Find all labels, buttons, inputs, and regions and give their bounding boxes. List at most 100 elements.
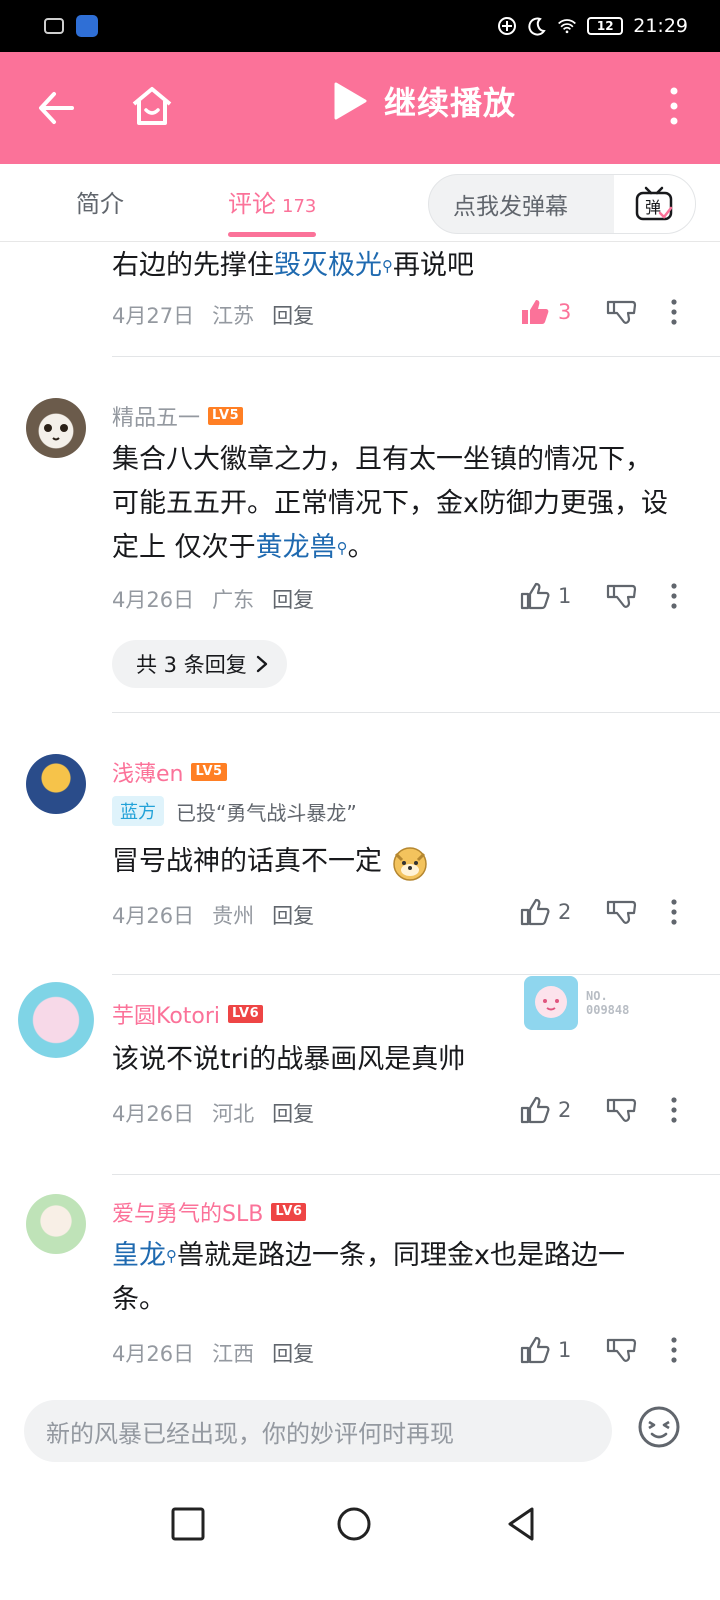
play-icon: [334, 82, 367, 120]
home-icon[interactable]: [128, 82, 176, 130]
comment-date: 4月26日: [112, 1342, 195, 1366]
danmaku-input[interactable]: 点我发弹幕 弹: [428, 174, 696, 234]
like-button[interactable]: 1: [520, 582, 604, 610]
comment-count: 173: [282, 196, 317, 217]
level-badge: LV6: [271, 1203, 307, 1221]
comment-text-part: 兽就是路边一条，同理金x也是路边一条。: [112, 1240, 625, 1315]
comment-text-part: 集合八大徽章之力，且有太一坐镇的情况下，可能五五开。正常情况下，金x防御力更强，…: [112, 444, 668, 563]
comment-text-part: 右边的先撑住: [112, 250, 274, 281]
search-icon: ⚲: [166, 1247, 177, 1265]
username[interactable]: 爱与勇气的SLB LV6: [112, 1196, 307, 1228]
comment-text: 冒号战神的话真不一定: [112, 840, 672, 884]
back-arrow-icon[interactable]: [36, 88, 76, 128]
comment-meta: 4月26日 江西 回复: [112, 1338, 314, 1368]
tab-intro[interactable]: 简介: [76, 184, 124, 219]
recent-apps-icon[interactable]: [168, 1504, 208, 1544]
comment-actions: 3: [520, 298, 684, 326]
comment-meta: 4月27日 江苏 回复: [112, 300, 314, 330]
app-notification-icon: [76, 15, 98, 37]
fan-card-badge[interactable]: NO. 009848: [520, 968, 670, 1038]
comment-text-part: 再说吧: [393, 250, 474, 281]
search-link[interactable]: 黄龙兽⚲: [256, 532, 348, 563]
continue-play-button[interactable]: 继续播放: [332, 78, 516, 124]
comment-date: 4月26日: [112, 588, 195, 612]
avatar[interactable]: [26, 398, 86, 458]
comment-location: 江西: [212, 1342, 255, 1366]
comment-input[interactable]: 新的风暴已经出现，你的妙评何时再现: [24, 1400, 612, 1462]
like-count: 2: [558, 900, 572, 924]
search-link[interactable]: 毁灭极光⚲: [274, 250, 393, 281]
thumbs-down-icon[interactable]: [604, 1096, 664, 1124]
fan-card-image: [524, 976, 578, 1030]
tab-comments-label: 评论: [228, 190, 276, 218]
like-button[interactable]: 2: [520, 1096, 604, 1124]
continue-play-label: 继续播放: [384, 84, 517, 122]
back-nav-icon[interactable]: [502, 1504, 542, 1544]
like-button[interactable]: 3: [520, 298, 604, 326]
level-badge: LV5: [191, 763, 227, 781]
comment-text-part: 该说不说tri的战暴画风是真帅: [112, 1044, 466, 1075]
reply-button[interactable]: 回复: [272, 584, 314, 614]
search-link-text: 黄龙兽: [255, 532, 337, 563]
danmaku-placeholder: 点我发弹幕: [453, 194, 568, 220]
thumbs-up-icon: [520, 898, 550, 926]
search-link[interactable]: 皇龙⚲: [112, 1240, 177, 1271]
danmaku-toggle-icon[interactable]: 弹: [613, 175, 695, 233]
danmaku-icon-label: 弹: [645, 198, 661, 217]
tab-bar: 简介 评论 173 点我发弹幕 弹: [0, 164, 720, 242]
fan-card-no-label: NO.: [586, 989, 608, 1003]
thumbs-down-icon[interactable]: [604, 582, 664, 610]
battery-icon: 12: [587, 17, 624, 35]
view-replies-button[interactable]: 共 3 条回复: [112, 640, 287, 688]
moon-icon: [528, 17, 546, 36]
username[interactable]: 芋圆Kotori LV6: [112, 998, 264, 1030]
avatar[interactable]: [26, 1194, 86, 1254]
avatar-with-frame[interactable]: [18, 982, 94, 1058]
replies-count-label: 共 3 条回复: [136, 653, 247, 677]
thumbs-down-icon[interactable]: [604, 298, 664, 326]
divider: [112, 712, 720, 713]
comment-more-icon[interactable]: [664, 898, 684, 926]
like-button[interactable]: 2: [520, 898, 604, 926]
comment-more-icon[interactable]: [664, 1336, 684, 1364]
reply-button[interactable]: 回复: [272, 1338, 314, 1368]
thumbs-up-icon: [520, 1096, 550, 1124]
thumbs-up-icon: [522, 300, 549, 324]
thumbs-up-icon: [520, 582, 550, 610]
clock: 21:29: [633, 15, 688, 37]
reply-button[interactable]: 回复: [272, 900, 314, 930]
comment-location: 贵州: [212, 904, 255, 928]
comment-more-icon[interactable]: [664, 298, 684, 326]
more-vertical-icon[interactable]: [668, 86, 680, 126]
vote-info: 蓝方 已投“勇气战斗暴龙”: [112, 796, 357, 826]
search-icon: ⚲: [382, 257, 393, 275]
like-count: 1: [558, 1338, 572, 1362]
comment-text: 皇龙⚲兽就是路边一条，同理金x也是路边一条。: [112, 1234, 672, 1322]
emoji-icon[interactable]: [636, 1404, 682, 1450]
tab-comments[interactable]: 评论 173: [228, 184, 316, 219]
reply-button[interactable]: 回复: [272, 1098, 314, 1128]
comment-location: 广东: [212, 588, 255, 612]
comment-location: 江苏: [212, 304, 255, 328]
comment-input-placeholder: 新的风暴已经出现，你的妙评何时再现: [46, 1419, 454, 1448]
avatar[interactable]: [26, 754, 86, 814]
like-count: 2: [558, 1098, 572, 1122]
video-top-bar: 继续播放: [0, 52, 720, 164]
home-nav-icon[interactable]: [334, 1504, 374, 1544]
comment-more-icon[interactable]: [664, 1096, 684, 1124]
comment-text: 右边的先撑住毁灭极光⚲再说吧: [112, 244, 672, 288]
reply-button[interactable]: 回复: [272, 300, 314, 330]
level-badge: LV5: [208, 407, 244, 425]
comment-more-icon[interactable]: [664, 582, 684, 610]
username-text: 爱与勇气的SLB: [112, 1202, 264, 1227]
thumbs-down-icon[interactable]: [604, 1336, 664, 1364]
comment-meta: 4月26日 贵州 回复: [112, 900, 314, 930]
username[interactable]: 精品五一 LV5: [112, 400, 244, 432]
search-link-text: 毁灭极光: [274, 250, 382, 281]
thumbs-down-icon[interactable]: [604, 898, 664, 926]
status-bar: 12 21:29: [0, 0, 720, 52]
comment-date: 4月26日: [112, 904, 195, 928]
divider: [112, 356, 720, 357]
like-button[interactable]: 1: [520, 1336, 604, 1364]
username[interactable]: 浅薄en LV5: [112, 756, 227, 788]
